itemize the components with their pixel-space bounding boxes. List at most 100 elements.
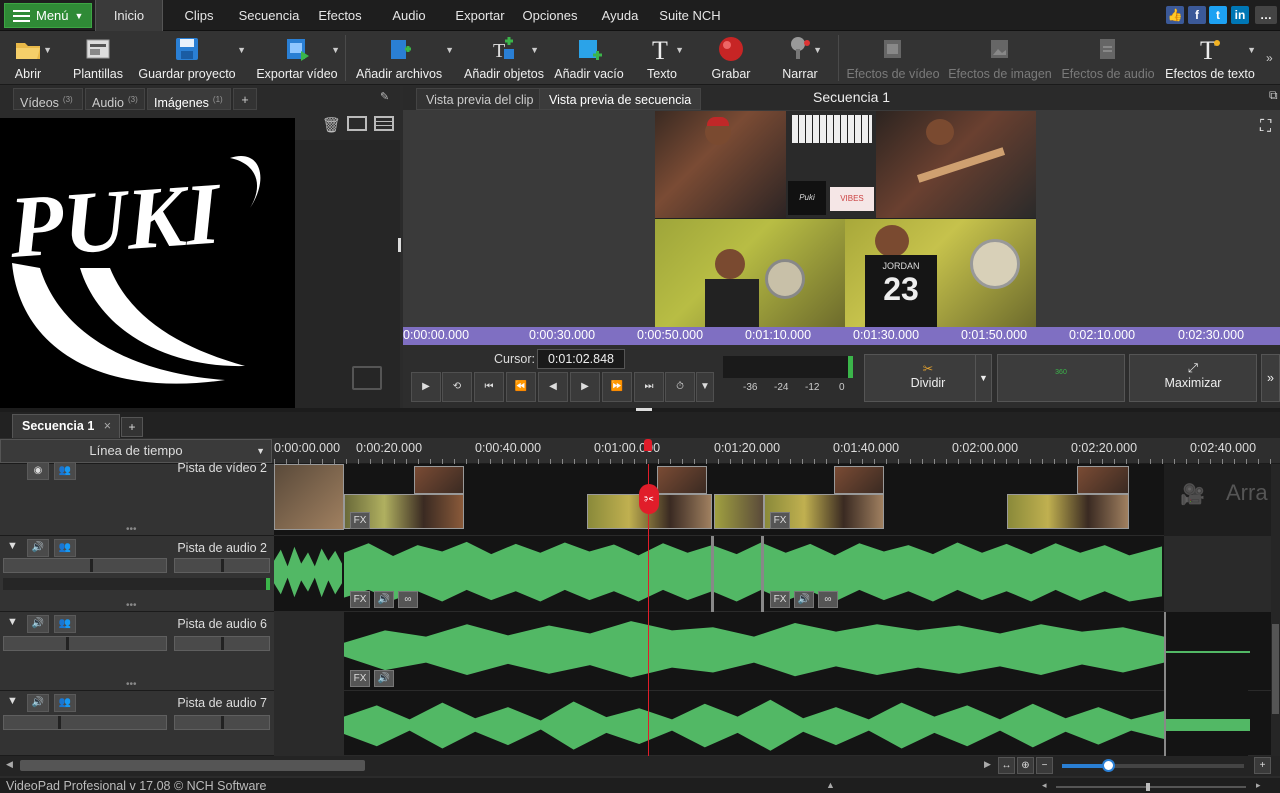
master-volume-handle[interactable] [1146, 783, 1150, 791]
maximize-button[interactable]: ⤢ Maximizar [1129, 354, 1257, 402]
playhead-marker[interactable] [644, 439, 652, 451]
save-project-button[interactable]: ▼ Guardar proyecto [138, 33, 246, 83]
pan-slider[interactable] [174, 636, 270, 651]
people-icon[interactable]: 👥 [54, 694, 76, 712]
go-to-end-button[interactable]: ⏭ [634, 372, 664, 402]
volume-up-icon[interactable]: ▸ [1256, 780, 1261, 791]
tab-exportar[interactable]: Exportar [450, 0, 510, 31]
next-clip-button[interactable]: ⏩ [602, 372, 632, 402]
chevron-down-icon[interactable]: ▼ [813, 45, 822, 55]
fx-button[interactable]: FX [350, 512, 370, 529]
add-sequence-button[interactable]: + [121, 417, 143, 437]
track-audio-6[interactable]: FX 🔊 [274, 612, 1280, 691]
collapse-icon[interactable]: ▼ [7, 616, 18, 628]
cursor-time-field[interactable]: 0:01:02.848 [537, 349, 625, 369]
toolbar-overflow-button[interactable]: » [1266, 51, 1273, 65]
tab-efectos[interactable]: Efectos [312, 0, 368, 31]
narrate-button[interactable]: ▼ Narrar [776, 33, 824, 83]
tab-images[interactable]: Imágenes (1) [147, 88, 231, 110]
more-button[interactable]: » [1261, 354, 1280, 402]
speaker-icon[interactable]: 🔊 [27, 615, 49, 633]
fit-width-icon[interactable]: ↔ [998, 757, 1015, 774]
tab-clip-preview[interactable]: Vista previa del clip [416, 88, 544, 110]
audio-clip-tail[interactable] [1164, 691, 1250, 756]
panel-splitter[interactable] [398, 238, 401, 252]
add-objects-button[interactable]: T ▼ Añadir objetos [463, 33, 545, 83]
step-forward-button[interactable]: ▶ [570, 372, 600, 402]
previous-clip-button[interactable]: ⏪ [506, 372, 536, 402]
chevron-down-icon[interactable]: ▼ [530, 45, 539, 55]
close-icon[interactable]: × [104, 415, 111, 437]
resize-grip[interactable]: ••• [126, 524, 137, 535]
twitter-icon[interactable]: t [1209, 6, 1227, 24]
video-clip[interactable] [274, 464, 344, 530]
video-effects-button[interactable]: Efectos de vídeo [846, 33, 940, 83]
audio-waveform[interactable] [344, 699, 1164, 751]
track-audio-2[interactable]: FX 🔊 ∞ FX 🔊 ∞ [274, 536, 1280, 612]
record-button[interactable]: Grabar [707, 33, 755, 83]
zoom-slider-handle[interactable] [1102, 759, 1115, 772]
add-bin-tab-button[interactable]: + [233, 88, 257, 110]
facebook-icon[interactable]: f [1188, 6, 1206, 24]
pan-slider[interactable] [174, 558, 270, 573]
add-blank-button[interactable]: Añadir vacío [553, 33, 625, 83]
zoom-slider[interactable] [1062, 759, 1244, 772]
playhead-line[interactable] [648, 464, 649, 756]
speaker-icon[interactable]: 🔊 [27, 694, 49, 712]
speaker-icon[interactable]: 🔊 [794, 591, 814, 608]
video-clip[interactable] [714, 494, 764, 529]
collapse-icon[interactable]: ▼ [7, 695, 18, 707]
sequence-preview-video[interactable]: Puki VIBES JORDAN 23 [655, 111, 1036, 327]
split-button[interactable]: ✂ Dividir ▼ [864, 354, 992, 402]
fx-button[interactable]: FX [770, 591, 790, 608]
speaker-icon[interactable]: 🔊 [27, 539, 49, 557]
templates-button[interactable]: Plantillas [70, 33, 126, 83]
scrollbar-thumb[interactable] [1272, 624, 1279, 714]
master-volume-slider[interactable] [1056, 783, 1246, 791]
eye-icon[interactable]: ◉ [27, 462, 49, 480]
zoom-fit-icon[interactable]: ⊕ [1017, 757, 1034, 774]
new-folder-icon[interactable] [347, 116, 367, 131]
audio-clip-tail[interactable] [1164, 612, 1250, 691]
resize-grip[interactable]: ••• [126, 600, 137, 611]
more-social-icon[interactable]: … [1255, 6, 1277, 24]
chevron-down-icon[interactable]: ▼ [445, 45, 454, 55]
volume-slider[interactable] [3, 636, 167, 651]
timeline-ruler[interactable]: 0:00:00.000 0:00:20.000 0:00:40.000 0:01… [274, 438, 1280, 464]
chevron-down-icon[interactable]: ▼ [331, 45, 340, 55]
chevron-up-icon[interactable]: ▲ [826, 780, 835, 790]
preview-ruler[interactable]: 0:00:00.000 0:00:30.000 0:00:50.000 0:01… [403, 327, 1280, 345]
chevron-down-icon[interactable]: ▼ [1247, 45, 1256, 55]
hscroll-thumb[interactable] [20, 760, 365, 771]
main-menu-button[interactable]: Menú ▼ [4, 3, 92, 28]
tab-suite-nch[interactable]: Suite NCH [655, 0, 725, 31]
tab-inicio[interactable]: Inicio [95, 0, 163, 31]
view-360-button[interactable]: 360 [997, 354, 1125, 402]
volume-down-icon[interactable]: ◂ [1042, 780, 1047, 791]
list-view-icon[interactable] [374, 116, 394, 131]
thumbs-up-icon[interactable]: 👍 [1166, 6, 1184, 24]
link-icon[interactable]: ∞ [398, 591, 418, 608]
chevron-down-icon[interactable]: ▼ [975, 355, 991, 401]
linkedin-icon[interactable]: in [1231, 6, 1249, 24]
tab-audio-bin[interactable]: Audio (3) [85, 88, 145, 110]
link-icon[interactable]: ∞ [818, 591, 838, 608]
people-icon[interactable]: 👥 [54, 539, 76, 557]
chevron-down-icon[interactable]: ▼ [237, 45, 246, 55]
image-thumbnail[interactable]: PUKI [0, 118, 295, 408]
loop-button[interactable]: ⟲ [442, 372, 472, 402]
volume-slider[interactable] [3, 715, 167, 730]
track-audio-7[interactable] [274, 691, 1280, 756]
fullscreen-icon[interactable]: ⛶ [1260, 118, 1271, 136]
tab-audio[interactable]: Audio [385, 0, 433, 31]
audio-waveform[interactable] [344, 621, 1164, 678]
people-icon[interactable]: 👥 [54, 615, 76, 633]
tab-secuencia[interactable]: Secuencia [234, 0, 304, 31]
scroll-right-icon[interactable]: ▶ [984, 759, 991, 770]
audio-effects-button[interactable]: Efectos de audio [1060, 33, 1156, 83]
fx-button[interactable]: FX [350, 670, 370, 687]
pin-icon[interactable]: ✎ [380, 90, 389, 103]
text-button[interactable]: T ▼ Texto [638, 33, 686, 83]
track-video-2[interactable]: FX FX ✂ 🎥 Arra [274, 464, 1280, 536]
split-playhead-scissors-icon[interactable]: ✂ [639, 484, 659, 514]
